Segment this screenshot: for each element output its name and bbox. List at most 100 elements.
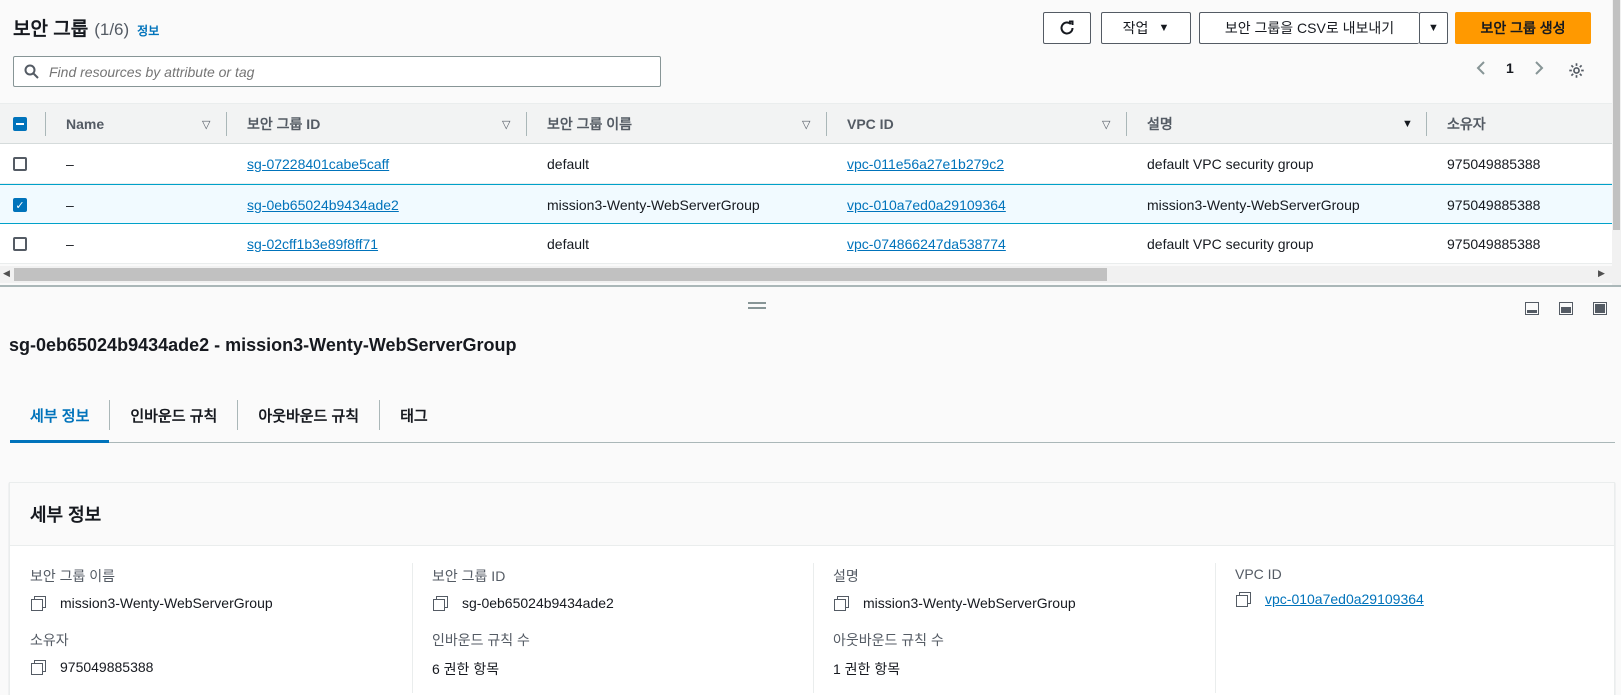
cell-vpc-link[interactable]: vpc-011e56a27e1b279c2 — [847, 144, 1004, 184]
row-checkbox[interactable] — [13, 144, 27, 184]
column-divider[interactable] — [1126, 112, 1127, 136]
tab-outbound-rules[interactable]: 아웃바운드 규칙 — [238, 393, 379, 443]
page-title: 보안 그룹 — [13, 19, 89, 40]
cell-group-id-link[interactable]: sg-02cff1b3e89f8ff71 — [247, 224, 378, 264]
resize-handle-icon[interactable] — [748, 302, 766, 312]
panel-bottom-small-icon[interactable] — [1525, 302, 1539, 315]
field-value: 6 권한 항목 — [432, 661, 500, 677]
field-label: 아웃바운드 규칙 수 — [833, 632, 944, 648]
panel-bottom-large-icon[interactable] — [1593, 302, 1607, 315]
checkbox[interactable] — [13, 157, 27, 171]
cell-owner: 975049885388 — [1447, 236, 1541, 252]
sort-icon[interactable]: ▽ — [202, 104, 210, 144]
cell-vpc-link[interactable]: vpc-010a7ed0a29109364 — [847, 185, 1006, 225]
page-number[interactable]: 1 — [1506, 60, 1514, 76]
export-options-button[interactable]: ▼ — [1419, 12, 1448, 44]
caret-down-icon: ▼ — [1428, 22, 1439, 34]
split-panel-divider[interactable] — [0, 285, 1621, 287]
sort-icon[interactable]: ▼ — [1402, 104, 1413, 144]
security-groups-table: Name ▽ 보안 그룹 ID ▽ 보안 그룹 이름 ▽ VPC ID ▽ 설명… — [0, 103, 1612, 264]
field-owner: 소유자 975049885388 — [30, 630, 153, 675]
field-vpc-id: VPC ID vpc-010a7ed0a29109364 — [1235, 566, 1424, 607]
detail-tabs: 세부 정보 인바운드 규칙 아웃바운드 규칙 태그 — [10, 393, 1615, 443]
actions-button[interactable]: 작업 ▼ — [1101, 12, 1191, 44]
cell-group-name: default — [547, 156, 590, 172]
column-divider[interactable] — [526, 112, 527, 136]
column-header-vpc-id[interactable]: VPC ID — [847, 104, 894, 144]
info-link[interactable]: 정보 — [137, 22, 159, 39]
cell-group-id-link[interactable]: sg-0eb65024b9434ade2 — [247, 185, 399, 225]
tab-details[interactable]: 세부 정보 — [10, 393, 110, 443]
details-card: 세부 정보 보안 그룹 이름 mission3-Wenty-WebServerG… — [9, 482, 1615, 695]
search-box[interactable] — [13, 56, 661, 87]
refresh-button[interactable] — [1043, 12, 1091, 44]
scroll-right-icon[interactable]: ▶ — [1598, 268, 1605, 279]
panel-position-controls — [1525, 302, 1607, 315]
column-divider[interactable] — [1426, 112, 1427, 136]
vpc-link[interactable]: vpc-010a7ed0a29109364 — [1265, 591, 1424, 607]
gear-icon — [1569, 63, 1584, 78]
cell-description: default VPC security group — [1147, 236, 1314, 252]
sort-icon[interactable]: ▽ — [1102, 104, 1110, 144]
panel-bottom-medium-icon[interactable] — [1559, 302, 1573, 315]
column-header-description[interactable]: 설명 — [1147, 104, 1173, 144]
card-title: 세부 정보 — [10, 483, 1614, 546]
field-inbound-count: 인바운드 규칙 수 6 권한 항목 — [432, 630, 530, 679]
cell-description: default VPC security group — [1147, 156, 1314, 172]
column-header-group-name[interactable]: 보안 그룹 이름 — [547, 104, 632, 144]
scrollbar-thumb[interactable] — [1613, 0, 1620, 230]
field-label: 인바운드 규칙 수 — [432, 632, 530, 648]
create-security-group-button[interactable]: 보안 그룹 생성 — [1455, 12, 1591, 44]
detail-title: sg-0eb65024b9434ade2 - mission3-Wenty-We… — [9, 335, 517, 355]
sort-icon[interactable]: ▽ — [502, 104, 510, 144]
vertical-scrollbar[interactable] — [1612, 0, 1621, 285]
checkbox-indeterminate[interactable] — [13, 117, 27, 131]
copy-icon[interactable] — [833, 595, 849, 611]
search-input[interactable] — [49, 63, 639, 80]
field-label: 설명 — [833, 568, 859, 584]
field-value: 975049885388 — [60, 659, 154, 675]
column-divider — [813, 563, 814, 693]
select-all-checkbox[interactable] — [13, 104, 27, 144]
row-checkbox[interactable] — [13, 224, 27, 264]
preferences-button[interactable] — [1568, 62, 1585, 82]
cell-name: – — [66, 156, 74, 172]
field-label: 보안 그룹 ID — [432, 568, 506, 584]
copy-icon[interactable] — [432, 595, 448, 611]
column-header-owner[interactable]: 소유자 — [1447, 104, 1486, 144]
cell-group-id-link[interactable]: sg-07228401cabe5caff — [247, 144, 389, 184]
copy-icon[interactable] — [30, 659, 46, 675]
table-row[interactable]: – sg-07228401cabe5caff default vpc-011e5… — [0, 144, 1612, 184]
row-checkbox[interactable]: ✓ — [13, 185, 27, 225]
field-group-name: 보안 그룹 이름 mission3-Wenty-WebServerGroup — [30, 566, 273, 611]
refresh-icon — [1060, 20, 1074, 35]
tab-tags[interactable]: 태그 — [380, 393, 448, 443]
export-csv-button[interactable]: 보안 그룹을 CSV로 내보내기 — [1199, 12, 1419, 44]
column-header-name[interactable]: Name — [66, 104, 104, 144]
copy-icon[interactable] — [30, 595, 46, 611]
checkbox[interactable] — [13, 237, 27, 251]
tab-inbound-rules[interactable]: 인바운드 규칙 — [110, 393, 237, 443]
column-divider[interactable] — [45, 112, 46, 136]
cell-vpc-link[interactable]: vpc-074866247da538774 — [847, 224, 1006, 264]
scroll-left-icon[interactable]: ◀ — [3, 268, 10, 279]
table-header: Name ▽ 보안 그룹 ID ▽ 보안 그룹 이름 ▽ VPC ID ▽ 설명… — [0, 103, 1612, 144]
field-outbound-count: 아웃바운드 규칙 수 1 권한 항목 — [833, 630, 944, 679]
checkbox-checked[interactable]: ✓ — [13, 198, 27, 212]
caret-down-icon: ▼ — [1158, 22, 1170, 34]
field-value: mission3-Wenty-WebServerGroup — [60, 595, 273, 611]
column-header-group-id[interactable]: 보안 그룹 ID — [247, 104, 320, 144]
cell-owner: 975049885388 — [1447, 197, 1541, 213]
table-row[interactable]: ✓ – sg-0eb65024b9434ade2 mission3-Wenty-… — [0, 184, 1612, 224]
field-description: 설명 mission3-Wenty-WebServerGroup — [833, 566, 1076, 611]
scrollbar-thumb[interactable] — [14, 268, 1107, 281]
horizontal-scrollbar[interactable]: ◀ ▶ — [0, 266, 1612, 283]
sort-icon[interactable]: ▽ — [802, 104, 810, 144]
chevron-right-icon[interactable] — [1534, 60, 1544, 76]
copy-icon[interactable] — [1235, 591, 1251, 607]
column-divider[interactable] — [826, 112, 827, 136]
chevron-left-icon[interactable] — [1476, 60, 1486, 76]
create-label: 보안 그룹 생성 — [1480, 20, 1566, 36]
table-row[interactable]: – sg-02cff1b3e89f8ff71 default vpc-07486… — [0, 224, 1612, 264]
column-divider[interactable] — [226, 112, 227, 136]
